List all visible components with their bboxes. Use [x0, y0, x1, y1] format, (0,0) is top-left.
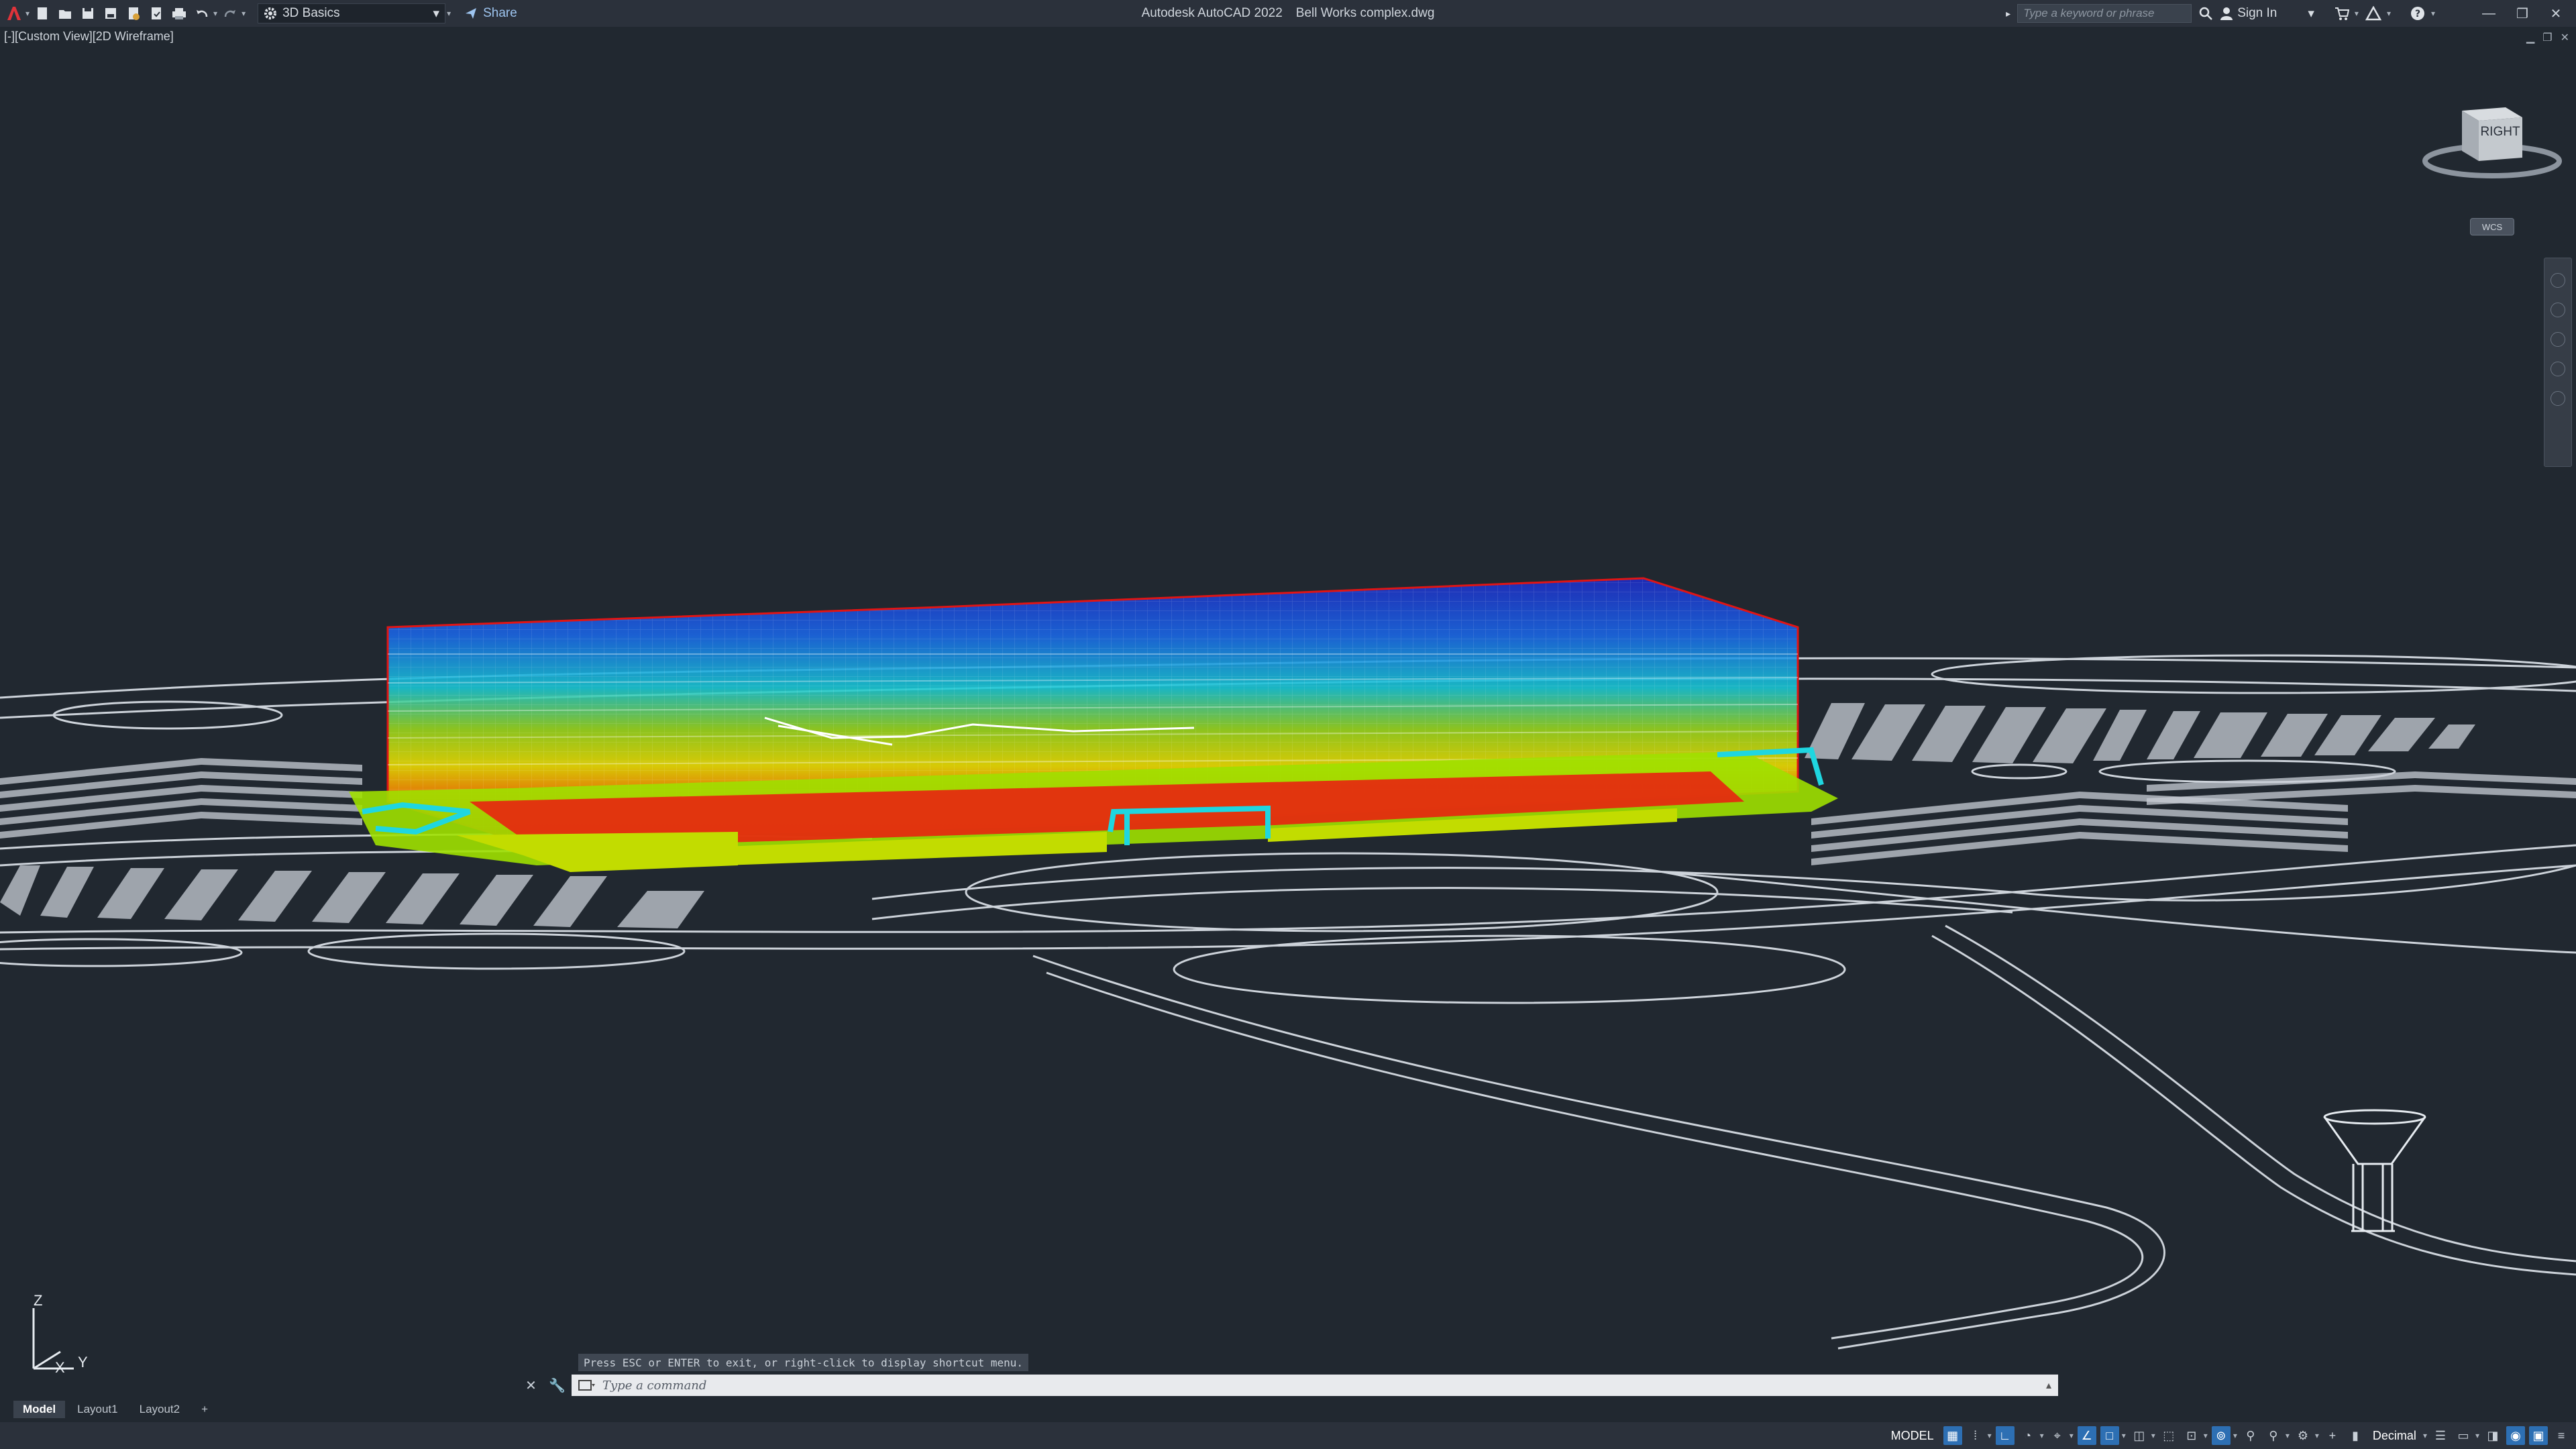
customize-wrench-icon[interactable]: 🔧 [549, 1377, 566, 1394]
building-model [349, 577, 1838, 872]
command-history-toggle-icon[interactable]: ▴ [2046, 1379, 2058, 1392]
grid-icon[interactable]: ▦ [1943, 1426, 1962, 1445]
ucs-z-label: Z [34, 1295, 42, 1309]
drawing-close-icon[interactable]: ✕ [2561, 31, 2569, 44]
workspace-caret-icon[interactable]: ▾ [2315, 1431, 2319, 1440]
annotation-scale-icon[interactable]: ⚲ [2264, 1426, 2283, 1445]
selection-cycling-icon[interactable]: ⬚ [2159, 1426, 2178, 1445]
showmotion-icon[interactable] [2551, 391, 2565, 406]
layout-tabs: Model Layout1 Layout2 + [0, 1399, 2576, 1419]
ucs-icon: Z Y X [32, 1295, 88, 1376]
object-snap-caret-icon[interactable]: ▾ [2122, 1431, 2126, 1440]
object-snap-icon[interactable]: □ [2100, 1426, 2119, 1445]
command-input[interactable]: Type a command ▴ [572, 1375, 2058, 1396]
polar-caret-icon[interactable]: ▾ [2040, 1431, 2044, 1440]
units-select[interactable]: Decimal [2369, 1429, 2420, 1443]
snap-icon[interactable]: ⁞ [1966, 1426, 1985, 1445]
close-command-line-icon[interactable]: ✕ [525, 1377, 537, 1394]
viewport-controls-label[interactable]: [-][Custom View][2D Wireframe] [4, 30, 174, 44]
drawing-area[interactable] [0, 0, 2576, 1449]
transparency-icon[interactable]: ◫ [2130, 1426, 2149, 1445]
steering-wheel-icon[interactable] [2551, 273, 2565, 288]
3d-object-snap-icon[interactable]: ⊡ [2182, 1426, 2201, 1445]
clean-screen-icon[interactable]: ▣ [2529, 1426, 2548, 1445]
drawing-window-buttons: ▁ ❐ ✕ [2526, 31, 2569, 44]
isodraft-icon[interactable]: ⌖ [2048, 1426, 2067, 1445]
tab-layout2[interactable]: Layout2 [130, 1401, 190, 1418]
workspace-switching-gear-icon[interactable]: ⚙ [2294, 1426, 2312, 1445]
water-tower [2323, 1109, 2426, 1232]
graphics-performance-icon[interactable]: ▭ [2454, 1426, 2473, 1445]
annotation-caret-icon[interactable]: ▾ [2286, 1431, 2290, 1440]
viewcube[interactable]: RIGHT [2415, 94, 2563, 195]
tab-layout1[interactable]: Layout1 [68, 1401, 127, 1418]
units-caret-icon[interactable]: ▾ [2423, 1431, 2427, 1440]
command-placeholder: Type a command [602, 1378, 707, 1393]
command-prompt-history: Press ESC or ENTER to exit, or right-cli… [578, 1354, 1029, 1371]
tab-model[interactable]: Model [13, 1401, 66, 1418]
viewcube-face-label[interactable]: RIGHT [2480, 125, 2520, 139]
command-line: ✕ 🔧 Type a command ▴ [519, 1374, 2058, 1397]
quick-properties-icon[interactable]: ☰ [2431, 1426, 2450, 1445]
add-scale-icon[interactable]: + [2323, 1426, 2342, 1445]
annotation-visibility-icon[interactable]: ⚲ [2241, 1426, 2260, 1445]
drawing-minimize-icon[interactable]: ▁ [2526, 31, 2534, 44]
status-bar: MODEL ▦ ⁞ ▾ ∟ ◔ ▾ ⌖ ▾ ∠ □ ▾ ◫ ▾ ⬚ ⊡ ▾ ⊚ … [0, 1422, 2576, 1449]
wcs-label: WCS [2481, 221, 2503, 232]
graphics-caret-icon[interactable]: ▾ [2475, 1431, 2479, 1440]
orbit-icon[interactable] [2551, 362, 2565, 376]
zoom-icon[interactable] [2551, 332, 2565, 347]
ucs-menu-button[interactable]: WCS [2470, 218, 2514, 235]
3d-snap-caret-icon[interactable]: ▾ [2204, 1431, 2208, 1440]
dynamic-ucs-icon[interactable]: ⊚ [2211, 1426, 2231, 1445]
recent-commands-icon[interactable] [578, 1379, 596, 1392]
snap-caret-icon[interactable]: ▾ [1988, 1431, 1992, 1440]
ucs-y-label: Y [78, 1354, 88, 1371]
isodraft-caret-icon[interactable]: ▾ [2070, 1431, 2074, 1440]
add-layout-icon[interactable]: + [192, 1401, 217, 1418]
drawing-restore-icon[interactable]: ❐ [2542, 31, 2552, 44]
object-snap-tracking-icon[interactable]: ∠ [2077, 1426, 2096, 1445]
model-space-button[interactable]: MODEL [1886, 1429, 1939, 1443]
customization-menu-icon[interactable]: ≡ [2552, 1426, 2571, 1445]
ucs-x-label: X [55, 1359, 65, 1376]
transparency-caret-icon[interactable]: ▾ [2151, 1431, 2155, 1440]
command-line-tools: ✕ 🔧 [519, 1374, 572, 1397]
ortho-icon[interactable]: ∟ [1995, 1426, 2015, 1445]
hardware-acceleration-icon[interactable]: ◉ [2506, 1426, 2525, 1445]
units-icon[interactable]: ▮ [2346, 1426, 2365, 1445]
dynamic-ucs-caret-icon[interactable]: ▾ [2233, 1431, 2237, 1440]
navigation-bar[interactable] [2544, 258, 2572, 467]
polar-icon[interactable]: ◔ [2019, 1426, 2037, 1445]
isolate-objects-icon[interactable]: ◨ [2483, 1426, 2502, 1445]
pan-icon[interactable] [2551, 303, 2565, 317]
